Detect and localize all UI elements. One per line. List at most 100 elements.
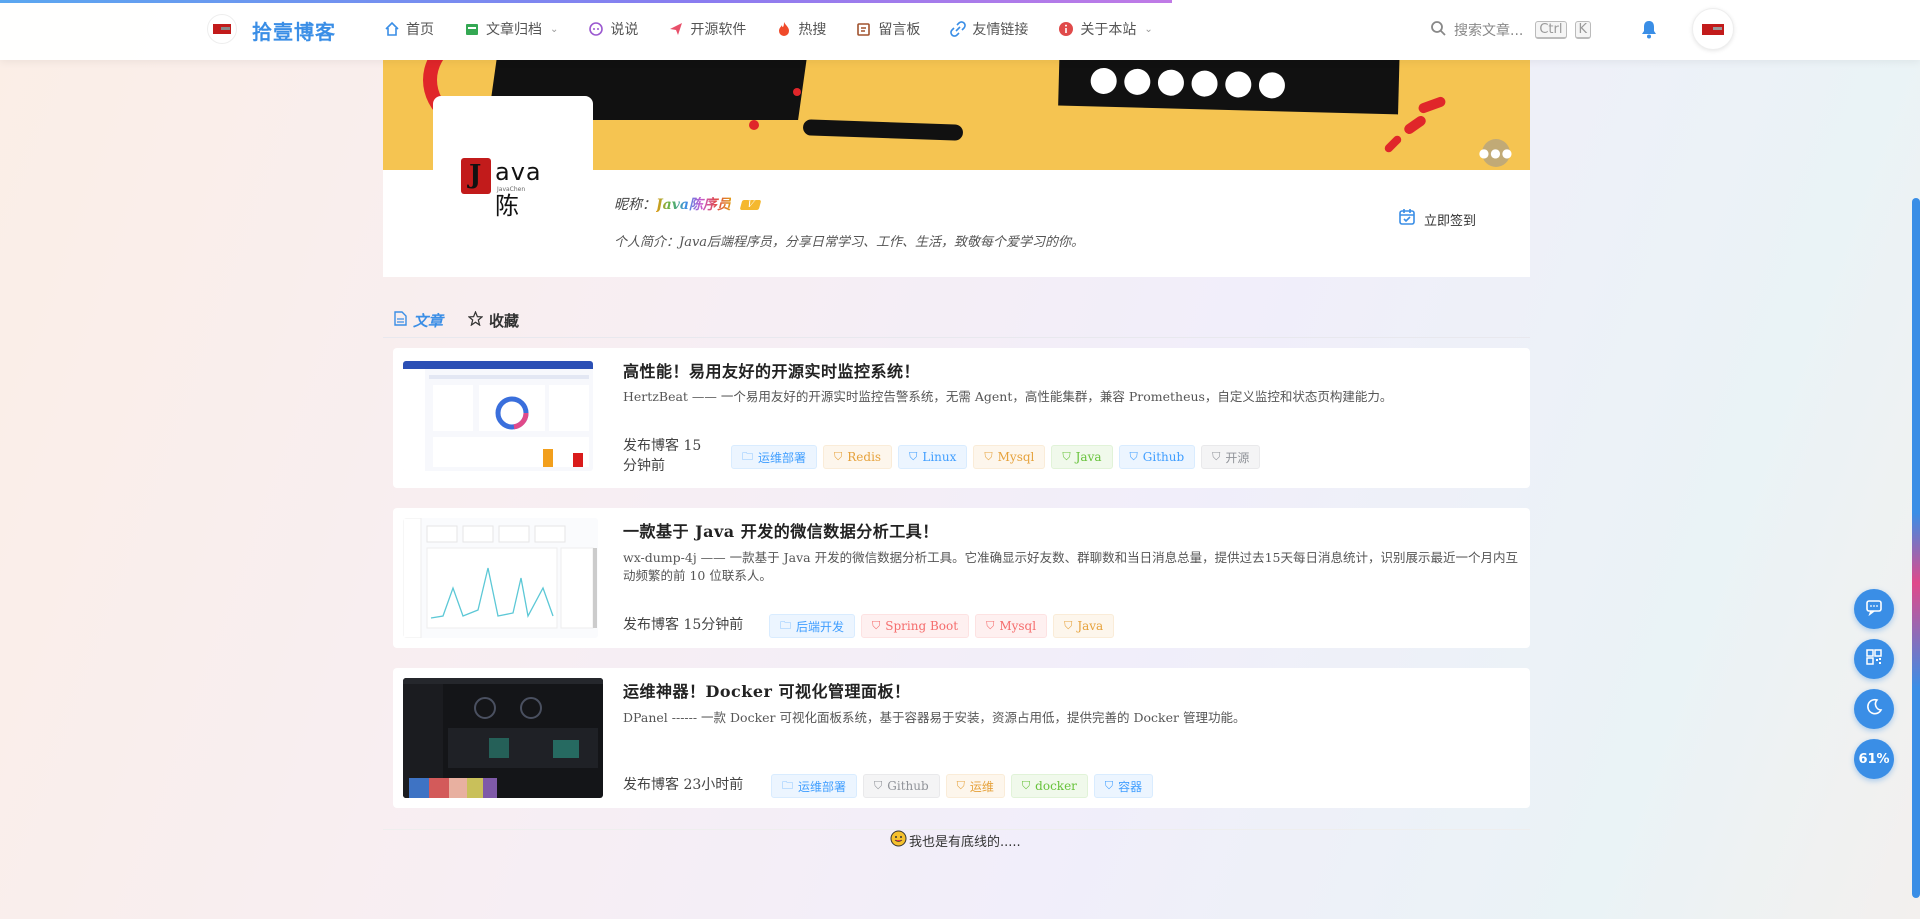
article-card[interactable]: 高性能！易用友好的开源实时监控系统！ HertzBeat —— 一个易用友好的开…: [393, 348, 1530, 488]
folder-icon: 🗀: [780, 618, 791, 632]
search-placeholder: 搜索文章...: [1454, 23, 1524, 39]
nav-archive[interactable]: 文章归档 ⌄: [464, 19, 558, 39]
nickname: Java陈序员: [656, 197, 731, 213]
article-title[interactable]: 一款基于 Java 开发的微信数据分析工具！: [623, 518, 939, 542]
signin-label: 立即签到: [1424, 213, 1477, 229]
tag[interactable]: ⛉ Java: [1053, 614, 1115, 638]
tag[interactable]: ⛉ Mysql: [975, 614, 1048, 638]
article-description: wx-dump-4j —— 一款基于 Java 开发的微信数据分析工具。它准确显…: [623, 550, 1518, 583]
user-avatar[interactable]: [1692, 8, 1734, 50]
nav-opensource[interactable]: 开源软件: [668, 19, 746, 39]
bookmark-icon: ⛉: [872, 619, 881, 632]
tag[interactable]: ⛉ 容器: [1093, 774, 1154, 798]
profile-intro: 个人简介：Java后端程序员，分享日常学习、工作、生活，致敬每个爱学习的你。: [614, 235, 1085, 250]
end-text: 我也是有底线的.....: [909, 835, 1021, 850]
folder-icon: 🗀: [742, 449, 753, 463]
article-thumbnail[interactable]: [403, 361, 593, 471]
top-progress-bar: [0, 0, 1172, 3]
tag[interactable]: ⛉ Mysql: [973, 445, 1046, 469]
tab-articles-label: 文章: [413, 312, 444, 330]
bell-icon[interactable]: [1640, 19, 1658, 39]
article-title[interactable]: 运维神器！Docker 可视化管理面板！: [623, 678, 911, 702]
article-thumbnail[interactable]: [403, 518, 598, 638]
bookmark-icon: ⛉: [956, 779, 965, 792]
tag[interactable]: ⛉ docker: [1010, 774, 1088, 798]
info-icon: [1058, 21, 1074, 37]
tag[interactable]: 🗀 后端开发: [769, 614, 856, 638]
tag-label: 运维部署: [798, 779, 847, 794]
tab-articles[interactable]: 文章: [394, 304, 443, 337]
tag[interactable]: ⛉ Java: [1051, 445, 1113, 469]
bookmark-icon: ⛉: [1021, 779, 1031, 792]
fire-icon: [776, 21, 792, 37]
article-meta: 发布博客 15分钟前: [623, 438, 702, 474]
tag[interactable]: 🗀 运维部署: [771, 774, 858, 798]
tag[interactable]: ⛉ Linux: [898, 445, 968, 469]
tag[interactable]: ⛉ 运维: [945, 774, 1005, 798]
link-icon: [950, 21, 967, 37]
nav-opensource-label: 开源软件: [690, 22, 747, 38]
tag-label: Github: [1142, 450, 1185, 464]
site-title[interactable]: 拾壹博客: [252, 16, 336, 45]
nav-links[interactable]: 友情链接: [950, 19, 1028, 39]
document-icon: [394, 311, 407, 330]
nav-hot[interactable]: 热搜: [776, 19, 826, 39]
nickname-row: 昵称：Java陈序员 V: [614, 194, 762, 214]
archive-icon: [464, 21, 480, 37]
tag-label: Spring Boot: [885, 619, 959, 633]
article-thumbnail[interactable]: [403, 678, 603, 798]
tag-label: 运维部署: [758, 450, 807, 465]
avatar-logo-subtext: JavaChen: [497, 186, 526, 193]
folder-icon: 🗀: [782, 778, 793, 792]
tab-favorites[interactable]: 收藏: [467, 304, 519, 337]
nav-guestbook-label: 留言板: [878, 22, 921, 38]
qrcode-fab[interactable]: [1854, 639, 1894, 679]
tag[interactable]: ⛉ Github: [1118, 445, 1196, 469]
nav-archive-label: 文章归档: [486, 22, 542, 38]
tag-label: Linux: [922, 450, 957, 464]
nav-about-label: 关于本站: [1080, 22, 1137, 38]
scrollbar-thumb[interactable]: [1912, 198, 1920, 898]
search-icon: [1430, 20, 1446, 40]
signin-button[interactable]: 立即签到: [1398, 208, 1476, 230]
moon-icon: [1865, 698, 1883, 720]
tag-label: Java: [1077, 619, 1104, 633]
calendar-check-icon: [1398, 208, 1416, 230]
bookmark-icon: ⛉: [1104, 779, 1114, 792]
article-title[interactable]: 高性能！易用友好的开源实时监控系统！: [623, 358, 920, 382]
scroll-progress-fab[interactable]: 61%: [1854, 739, 1894, 779]
kbd-k: K: [1574, 21, 1592, 39]
nav-guestbook[interactable]: 留言板: [856, 19, 920, 39]
tag[interactable]: ⛉ Redis: [823, 445, 893, 469]
article-meta: 发布博客 23小时前: [623, 777, 744, 793]
nav-talk[interactable]: 说说: [588, 19, 638, 39]
home-icon: [384, 21, 400, 37]
tag[interactable]: ⛉ 开源: [1201, 445, 1261, 469]
more-options-button[interactable]: ●●●: [1479, 139, 1512, 167]
dark-mode-fab[interactable]: [1854, 689, 1894, 729]
profile-tabs: 文章 收藏: [383, 304, 1530, 338]
nav-links-label: 友情链接: [972, 22, 1029, 38]
chat-fab[interactable]: [1854, 589, 1894, 629]
search-trigger[interactable]: 搜索文章... Ctrl K: [1430, 20, 1592, 40]
article-card[interactable]: 运维神器！Docker 可视化管理面板！ DPanel ------ 一款 Do…: [393, 668, 1530, 808]
message-board-icon: [856, 21, 872, 37]
tag-label: docker: [1035, 779, 1077, 793]
nav-about[interactable]: 关于本站 ⌄: [1058, 19, 1153, 39]
site-logo[interactable]: [207, 14, 237, 44]
chat-icon: [588, 21, 604, 37]
tag[interactable]: ⛉ Spring Boot: [861, 614, 970, 638]
tag-label: Mysql: [999, 619, 1037, 633]
nav-home[interactable]: 首页: [384, 19, 434, 39]
bookmark-icon: ⛉: [834, 450, 843, 463]
tag[interactable]: ⛉ Github: [863, 774, 940, 798]
article-description: DPanel ------ 一款 Docker 可视化面板系统，基于容器易于安装…: [623, 710, 1246, 725]
main-nav: 首页 文章归档 ⌄ 说说 开源软件 热搜 留言板 友情链接 关于本站 ⌄: [384, 19, 1183, 39]
bookmark-icon: ⛉: [1062, 450, 1071, 463]
bookmark-icon: ⛉: [909, 450, 918, 463]
article-card[interactable]: 一款基于 Java 开发的微信数据分析工具！ wx-dump-4j —— 一款基…: [393, 508, 1530, 648]
tag[interactable]: 🗀 运维部署: [731, 445, 818, 469]
nav-talk-label: 说说: [610, 22, 639, 38]
tag-label: 后端开发: [796, 619, 845, 634]
bookmark-icon: ⛉: [1064, 619, 1073, 632]
